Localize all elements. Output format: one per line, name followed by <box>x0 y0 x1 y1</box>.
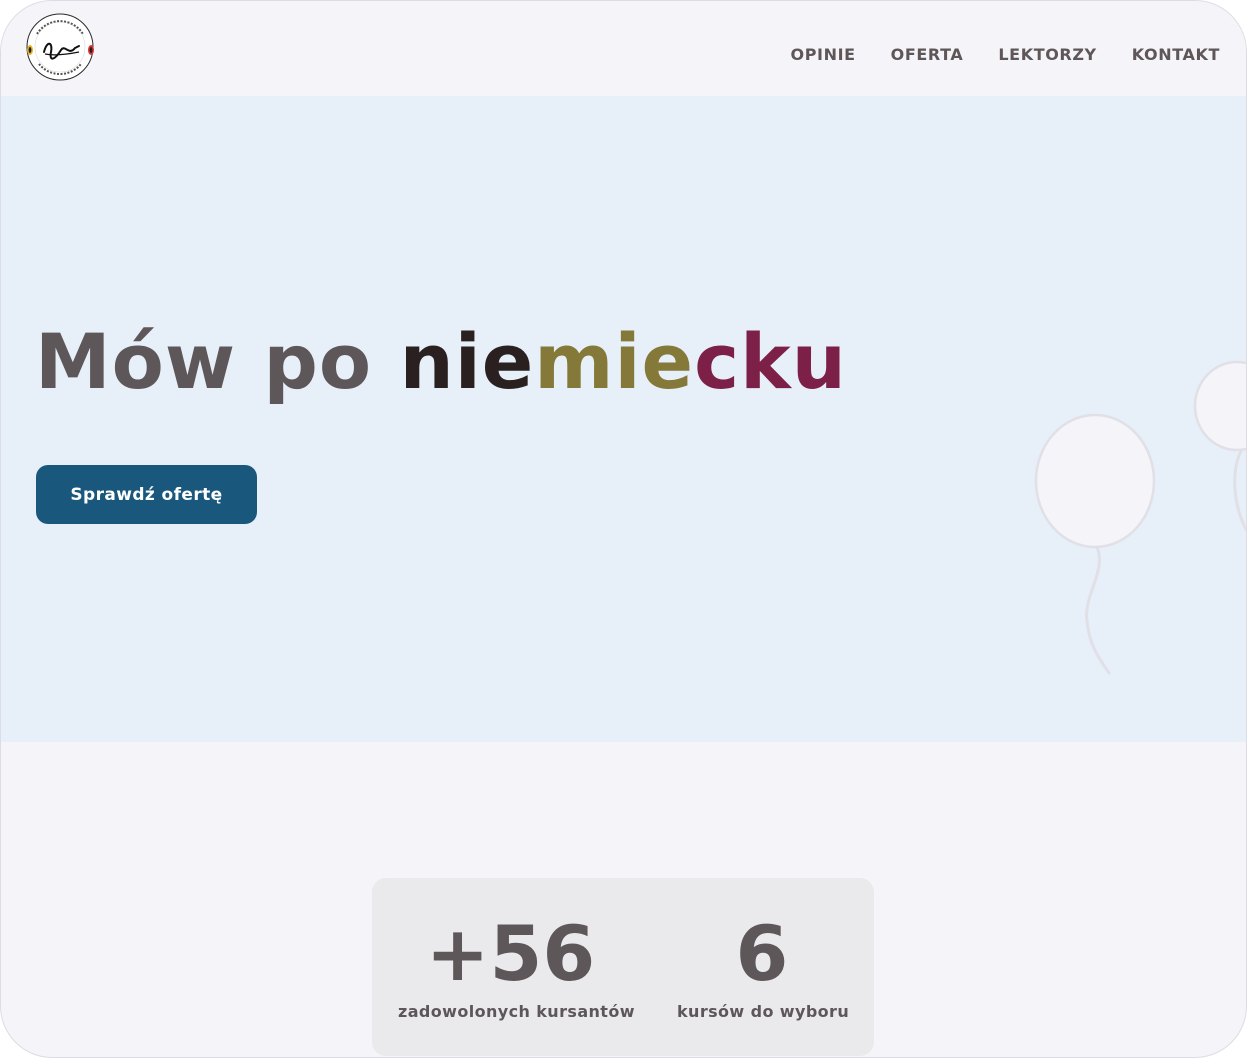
stats-card: +56 zadowolonych kursantów 6 kursów do w… <box>372 878 874 1056</box>
nav-link-opinie[interactable]: OPINIE <box>791 45 856 64</box>
check-offer-button[interactable]: Sprawdź ofertę <box>36 465 257 524</box>
nav-link-lektorzy[interactable]: LEKTORZY <box>998 45 1096 64</box>
headline-part-black: nie <box>399 317 535 406</box>
headline-part-gold: mie <box>534 317 695 406</box>
stat-value: +56 <box>425 909 596 998</box>
page-frame: OPINIE OFERTA LEKTORZY KONTAKT Mów po ni… <box>0 0 1247 1058</box>
site-logo[interactable] <box>25 12 95 82</box>
site-header: OPINIE OFERTA LEKTORZY KONTAKT <box>1 1 1246 96</box>
logo-badge-icon <box>26 13 94 81</box>
stat-label: kursów do wyboru <box>677 1002 850 1021</box>
main-nav: OPINIE OFERTA LEKTORZY KONTAKT <box>791 45 1220 64</box>
stat-label: zadowolonych kursantów <box>398 1002 635 1021</box>
nav-link-kontakt[interactable]: KONTAKT <box>1132 45 1220 64</box>
stat-courses: 6 kursów do wyboru <box>677 909 850 1022</box>
balloons-decoration <box>1021 356 1246 690</box>
stat-value: 6 <box>735 909 789 998</box>
nav-link-oferta[interactable]: OFERTA <box>891 45 964 64</box>
balloon-icon <box>1034 360 1246 675</box>
hero-headline: Mów po niemiecku <box>35 316 847 408</box>
stat-students: +56 zadowolonych kursantów <box>398 909 635 1022</box>
headline-start: Mów po <box>35 317 400 406</box>
headline-part-red: cku <box>694 317 847 406</box>
